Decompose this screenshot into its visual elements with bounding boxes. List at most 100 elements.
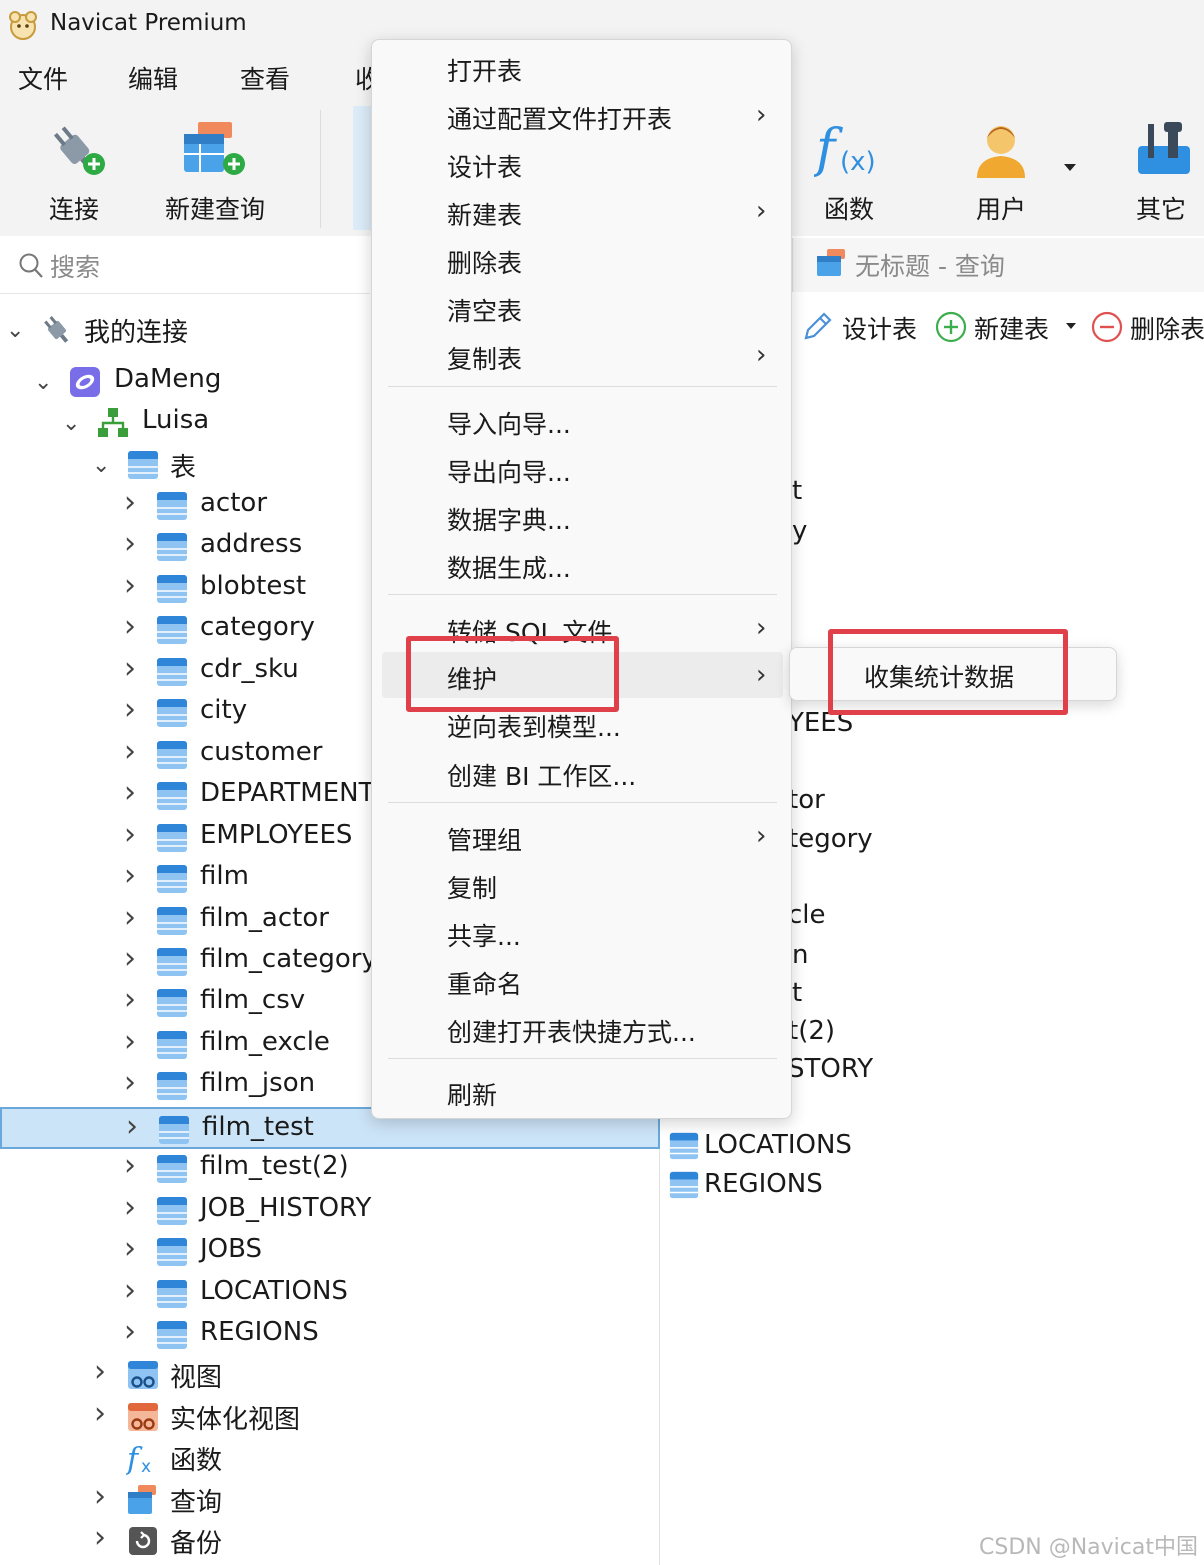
menu-item-copy[interactable]: 复制 — [382, 861, 783, 907]
tree-item-label: DEPARTMENT — [200, 778, 375, 809]
delete-table-button[interactable]: 删除表 — [1090, 306, 1204, 346]
chevron-right-icon[interactable]: › — [124, 1314, 136, 1349]
search-input[interactable]: 搜索 — [0, 238, 370, 294]
chevron-right-icon[interactable]: › — [124, 609, 136, 644]
menu-file[interactable]: 文件 — [18, 60, 68, 96]
menu-item-create-bi-workspace[interactable]: 创建 BI 工作区... — [382, 749, 783, 795]
chevron-right-icon[interactable]: › — [94, 1354, 106, 1389]
object-list-item-partial[interactable]: t(2) — [788, 1016, 835, 1046]
chevron-right-icon[interactable]: › — [124, 526, 136, 561]
new-table-button[interactable]: 新建表 — [934, 306, 1080, 346]
add-circle-icon — [935, 311, 967, 343]
svg-text:f: f — [814, 119, 843, 179]
chevron-right-icon[interactable]: › — [124, 1065, 136, 1100]
object-list-item-partial[interactable]: YEES — [788, 708, 853, 738]
tree-table-jobs[interactable]: › JOBS — [0, 1231, 660, 1273]
tree-table-film-test-2[interactable]: › film_test(2) — [0, 1148, 660, 1190]
menu-item-design-table[interactable]: 设计表 — [382, 140, 783, 186]
function-button[interactable]: f (x) 函数 — [800, 102, 898, 236]
menu-item-rename[interactable]: 重命名 — [382, 957, 783, 1003]
menu-item-duplicate-table[interactable]: 复制表 › — [382, 332, 783, 378]
chevron-right-icon[interactable]: › — [124, 982, 136, 1017]
menu-item-share[interactable]: 共享... — [382, 909, 783, 955]
menu-item-open-table[interactable]: 打开表 — [382, 44, 783, 90]
menu-view[interactable]: 查看 — [240, 60, 290, 96]
menu-item-import-wizard[interactable]: 导入向导... — [382, 397, 783, 443]
toolbar-selected-tool[interactable] — [353, 106, 373, 230]
menu-item-export-wizard[interactable]: 导出向导... — [382, 445, 783, 491]
menu-item-refresh[interactable]: 刷新 — [382, 1068, 783, 1114]
design-table-button[interactable]: 设计表 — [800, 306, 930, 346]
object-list-item-partial[interactable]: STORY — [788, 1054, 873, 1084]
object-list-item-partial[interactable]: t — [792, 476, 802, 506]
object-list-item-partial[interactable]: cle — [788, 900, 826, 930]
chevron-right-icon[interactable]: › — [124, 734, 136, 769]
other-button[interactable]: 其它 — [1118, 102, 1204, 236]
user-button[interactable]: 用户 — [955, 102, 1047, 236]
tree-table-locations[interactable]: › LOCATIONS — [0, 1273, 660, 1315]
chevron-right-icon[interactable]: › — [94, 1479, 106, 1514]
function-icon: fx — [125, 1441, 160, 1479]
tree-group-queries[interactable]: › 查询 — [0, 1479, 660, 1521]
menu-edit[interactable]: 编辑 — [128, 60, 178, 96]
tree-item-label: cdr_sku — [200, 653, 299, 684]
new-query-button[interactable]: 新建查询 — [160, 102, 270, 236]
chevron-right-icon[interactable]: › — [124, 485, 136, 520]
tree-group-functions[interactable]: f x 函数 — [0, 1437, 660, 1479]
object-list-item-partial[interactable]: t — [792, 978, 802, 1008]
menu-item-new-table[interactable]: 新建表 › — [382, 188, 783, 234]
chevron-right-icon[interactable]: › — [94, 1520, 106, 1555]
chevron-right-icon[interactable]: › — [124, 941, 136, 976]
tree-table-regions[interactable]: › REGIONS — [0, 1314, 660, 1356]
tree-group-views[interactable]: › 视图 — [0, 1354, 660, 1396]
chevron-right-icon[interactable]: › — [124, 1231, 136, 1266]
tree-table-job-history[interactable]: › JOB_HISTORY — [0, 1190, 660, 1232]
menu-item-maintain[interactable]: 维护 › — [382, 652, 783, 698]
chevron-right-icon[interactable]: › — [94, 1396, 106, 1431]
chevron-right-icon[interactable]: › — [124, 900, 136, 935]
menu-item-data-dictionary[interactable]: 数据字典... — [382, 493, 783, 539]
object-list-item-partial[interactable]: tor — [788, 785, 825, 815]
tree-group-materialized-views[interactable]: › 实体化视图 — [0, 1396, 660, 1438]
menu-item-reverse-to-model[interactable]: 逆向表到模型... — [382, 700, 783, 746]
menu-item-manage-group[interactable]: 管理组 › — [382, 813, 783, 859]
chevron-right-icon[interactable]: › — [124, 1148, 136, 1183]
chevron-down-icon[interactable]: ⌄ — [62, 411, 80, 436]
chevron-right-icon[interactable]: › — [126, 1109, 138, 1144]
object-list-item-partial[interactable]: tegory — [788, 824, 873, 854]
connect-button[interactable]: 连接 — [28, 102, 120, 236]
chevron-down-icon[interactable]: ⌄ — [34, 370, 52, 395]
chevron-right-icon[interactable]: › — [124, 692, 136, 727]
chevron-right-icon[interactable]: › — [124, 1273, 136, 1308]
tab-untitled-query[interactable]: 无标题 - 查询 — [855, 247, 1005, 283]
menu-item-data-generation[interactable]: 数据生成... — [382, 541, 783, 587]
chevron-down-icon[interactable]: ⌄ — [92, 453, 110, 478]
chevron-right-icon[interactable]: › — [124, 568, 136, 603]
object-list-item-partial[interactable]: n — [792, 940, 808, 970]
chevron-right-icon[interactable]: › — [124, 817, 136, 852]
schema-icon — [96, 406, 130, 444]
user-icon — [977, 126, 1025, 178]
chevron-right-icon[interactable]: › — [124, 775, 136, 810]
menu-item-label: 设计表 — [447, 153, 523, 182]
menu-item-create-shortcut[interactable]: 创建打开表快捷方式... — [382, 1005, 783, 1051]
menu-item-collect-statistics[interactable]: 收集统计数据 — [790, 648, 1116, 700]
object-list-item-partial[interactable]: y — [792, 516, 807, 546]
menu-item-delete-table[interactable]: 删除表 — [382, 236, 783, 282]
chevron-right-icon[interactable]: › — [124, 858, 136, 893]
tree-group-backups[interactable]: › 备份 — [0, 1520, 660, 1562]
new-table-dropdown-caret-icon[interactable] — [1066, 323, 1076, 329]
menu-item-empty-table[interactable]: 清空表 — [382, 284, 783, 330]
chevron-down-icon[interactable]: ⌄ — [6, 318, 24, 343]
menu-item-open-table-with-profile[interactable]: 通过配置文件打开表 › — [382, 92, 783, 138]
design-table-label: 设计表 — [842, 315, 918, 344]
chevron-right-icon[interactable]: › — [124, 651, 136, 686]
table-icon — [155, 945, 189, 983]
chevron-right-icon[interactable]: › — [124, 1024, 136, 1059]
chevron-right-icon[interactable]: › — [124, 1190, 136, 1225]
svg-text:x: x — [141, 1457, 151, 1475]
tree-item-label: 实体化视图 — [170, 1404, 301, 1435]
user-dropdown-caret-icon[interactable] — [1064, 164, 1076, 171]
menu-item-dump-sql-file[interactable]: 转储 SQL 文件 › — [382, 605, 783, 651]
menu-separator — [388, 594, 777, 595]
